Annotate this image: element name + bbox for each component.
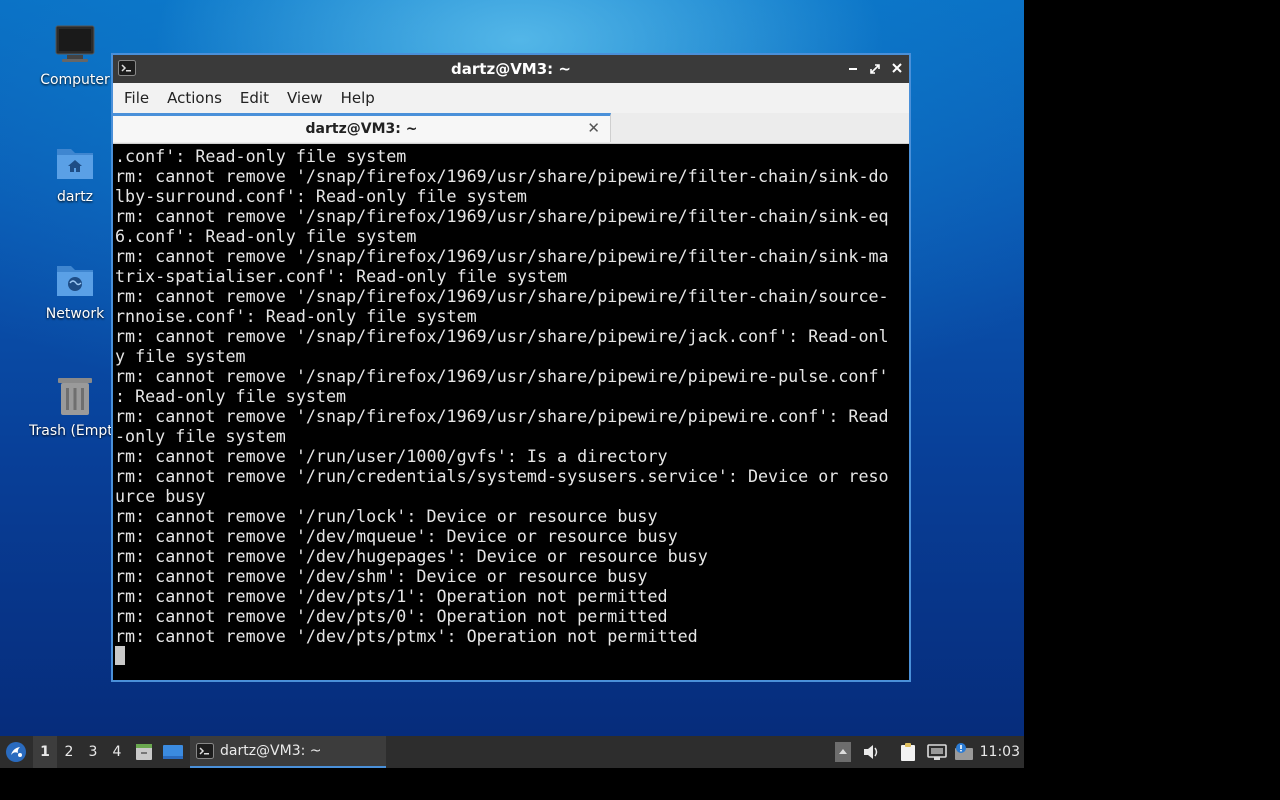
menu-actions[interactable]: Actions <box>158 89 231 107</box>
desktop-icon-trash[interactable]: Trash (Empty) <box>29 375 121 439</box>
menubar: File Actions Edit View Help <box>113 83 909 113</box>
menu-edit[interactable]: Edit <box>231 89 278 107</box>
terminal-line: rm: cannot remove '/snap/firefox/1969/us… <box>115 206 889 226</box>
text-cursor <box>115 646 125 665</box>
terminal-line: rm: cannot remove '/run/user/1000/gvfs':… <box>115 446 668 466</box>
terminal-output[interactable]: .conf': Read-only file system rm: cannot … <box>113 144 909 680</box>
terminal-line: .conf': Read-only file system <box>115 146 407 166</box>
file-cabinet-icon <box>136 744 152 760</box>
terminal-line: rm: cannot remove '/dev/mqueue': Device … <box>115 526 678 546</box>
tab-close-icon[interactable]: ✕ <box>587 119 600 137</box>
terminal-line: rm: cannot remove '/dev/pts/ptmx': Opera… <box>115 626 698 646</box>
taskbar-window-terminal[interactable]: dartz@VM3: ~ <box>190 736 386 768</box>
terminal-icon <box>196 743 214 759</box>
menu-file[interactable]: File <box>115 89 158 107</box>
terminal-prompt-line <box>115 646 909 666</box>
computer-icon <box>53 24 97 68</box>
trash-icon <box>53 375 97 419</box>
terminal-line: -only file system <box>115 426 286 446</box>
start-menu-icon <box>6 742 26 762</box>
terminal-line: rm: cannot remove '/dev/shm': Device or … <box>115 566 648 586</box>
terminal-line: rnnoise.conf': Read-only file system <box>115 306 477 326</box>
window-title: dartz@VM3: ~ <box>451 60 571 78</box>
updates-button[interactable] <box>953 736 975 768</box>
terminal-line: rm: cannot remove '/dev/hugepages': Devi… <box>115 546 708 566</box>
network-icon <box>927 744 947 760</box>
desktop-icon-label: Trash (Empty) <box>29 423 121 439</box>
terminal-line: rm: cannot remove '/snap/firefox/1969/us… <box>115 326 889 346</box>
workspace-1[interactable]: 1 <box>33 736 57 768</box>
tray-expand-button[interactable] <box>835 736 853 768</box>
close-button[interactable] <box>889 59 905 77</box>
clipboard-button[interactable] <box>899 736 919 768</box>
desktop-icon-network[interactable]: Network <box>29 258 121 322</box>
desktop-icon-computer[interactable]: Computer <box>29 24 121 88</box>
update-notification-icon <box>955 743 973 760</box>
terminal-line: : Read-only file system <box>115 386 347 406</box>
terminal-line: urce busy <box>115 486 206 506</box>
terminal-line: rm: cannot remove '/snap/firefox/1969/us… <box>115 246 889 266</box>
taskbar-window-label: dartz@VM3: ~ <box>220 743 322 759</box>
terminal-line: rm: cannot remove '/dev/pts/1': Operatio… <box>115 586 668 606</box>
terminal-line: rm: cannot remove '/dev/pts/0': Operatio… <box>115 606 668 626</box>
file-manager-launcher[interactable] <box>134 736 154 768</box>
desktop-icon-label: dartz <box>56 189 94 205</box>
terminal-icon <box>118 60 136 76</box>
volume-icon <box>864 745 878 759</box>
taskbar: 1 2 3 4 dartz@VM3: ~ 11:03 <box>0 736 1024 768</box>
maximize-button[interactable] <box>867 59 883 77</box>
desktop-icon-home[interactable]: dartz <box>29 141 121 205</box>
tab-title: dartz@VM3: ~ <box>305 121 418 137</box>
app-menu-button[interactable] <box>4 736 28 768</box>
terminal-line: rm: cannot remove '/snap/firefox/1969/us… <box>115 166 889 186</box>
home-folder-icon <box>53 141 97 185</box>
menu-help[interactable]: Help <box>332 89 384 107</box>
terminal-line: 6.conf': Read-only file system <box>115 226 417 246</box>
terminal-line: trix-spatialiser.conf': Read-only file s… <box>115 266 568 286</box>
terminal-line: rm: cannot remove '/run/lock': Device or… <box>115 506 658 526</box>
network-button[interactable] <box>926 736 948 768</box>
clipboard-icon <box>901 743 915 761</box>
terminal-line: rm: cannot remove '/snap/firefox/1969/us… <box>115 366 889 386</box>
network-folder-icon <box>53 258 97 302</box>
terminal-line: lby-surround.conf': Read-only file syste… <box>115 186 527 206</box>
tab-bar: dartz@VM3: ~ ✕ <box>113 113 909 144</box>
terminal-line: rm: cannot remove '/run/credentials/syst… <box>115 466 889 486</box>
terminal-line: rm: cannot remove '/snap/firefox/1969/us… <box>115 286 889 306</box>
menu-view[interactable]: View <box>278 89 332 107</box>
terminal-line: rm: cannot remove '/snap/firefox/1969/us… <box>115 406 889 426</box>
desktop: Computer dartz Network Trash (Empty) dar… <box>0 0 1024 768</box>
clock[interactable]: 11:03 <box>980 736 1020 768</box>
window-titlebar[interactable]: dartz@VM3: ~ <box>113 55 909 83</box>
desktop-icon <box>163 745 183 759</box>
workspace-2[interactable]: 2 <box>57 736 81 768</box>
desktop-icon-label: Computer <box>40 72 110 88</box>
workspace-4[interactable]: 4 <box>105 736 129 768</box>
desktop-icon-label: Network <box>45 306 105 322</box>
terminal-window: dartz@VM3: ~ File Actions Edit View Help <box>111 53 911 682</box>
show-desktop-button[interactable] <box>162 736 184 768</box>
minimize-button[interactable] <box>845 59 861 77</box>
terminal-line: y file system <box>115 346 246 366</box>
workspace-3[interactable]: 3 <box>81 736 105 768</box>
volume-button[interactable] <box>862 736 882 768</box>
chevron-up-icon <box>835 742 851 762</box>
tab-terminal[interactable]: dartz@VM3: ~ ✕ <box>113 113 611 142</box>
